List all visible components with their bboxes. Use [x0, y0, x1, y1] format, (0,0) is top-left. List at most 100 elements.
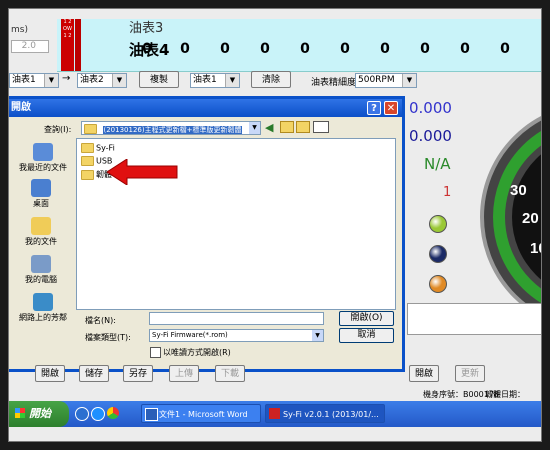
source-fuel-select[interactable]: 油表1 ▼: [9, 73, 59, 88]
place-my-documents-label: 我的文件: [25, 237, 57, 246]
chevron-down-icon: ▼: [44, 74, 58, 87]
recent-documents-icon: [33, 143, 53, 161]
word-icon: [145, 408, 158, 421]
my-documents-icon: [31, 217, 51, 235]
chevron-down-icon: ▼: [312, 330, 323, 341]
place-recent[interactable]: 我最近的文件: [11, 143, 75, 173]
source-fuel-value: 油表1: [12, 75, 36, 85]
precision-value: 500RPM: [358, 75, 395, 85]
target-fuel-value: 油表2: [80, 75, 104, 85]
network-icon: [33, 293, 53, 311]
fuel-label-3: 油表3: [129, 21, 164, 36]
open-button[interactable]: 開啟(O): [339, 311, 394, 326]
clear-fuel-select[interactable]: 油表1 ▼: [190, 73, 240, 88]
open-map-button[interactable]: 開啟: [35, 365, 65, 382]
close-button[interactable]: ✕: [384, 101, 398, 115]
fuel-cell[interactable]: 0: [175, 41, 195, 57]
fuel-cell[interactable]: 0: [455, 41, 475, 57]
filetype-label: 檔案類型(T):: [85, 333, 131, 342]
taskbar: 開始 文件1 - Microsoft Word Sy-Fi v2.0.1 (20…: [9, 401, 541, 427]
fuel-cell[interactable]: 0: [495, 41, 515, 57]
place-desktop[interactable]: 桌面: [9, 179, 73, 209]
folder-icon: [81, 169, 94, 180]
look-in-value: (20130126)主程式更新檔+標準版更新韌體: [102, 126, 243, 134]
save-as-button[interactable]: 另存: [123, 365, 153, 382]
fuel-cell[interactable]: 0: [295, 41, 315, 57]
status-led: [429, 215, 447, 233]
file-list: Sy-Fi USB 韌體: [76, 138, 396, 310]
look-in-label: 查詢(I):: [44, 125, 72, 134]
gauge-tick-20: 20: [522, 210, 539, 227]
clear-fuel-value: 油表1: [193, 75, 217, 85]
save-button[interactable]: 儲存: [79, 365, 109, 382]
precision-label: 油表精細度: [311, 78, 357, 88]
fuel-cell[interactable]: 0: [415, 41, 435, 57]
fuel-cell[interactable]: 0: [335, 41, 355, 57]
folder-icon: [81, 143, 94, 153]
count-reading: 1: [443, 185, 452, 200]
quicklaunch-ie-icon[interactable]: [75, 407, 89, 421]
chevron-down-icon: ▼: [225, 74, 239, 87]
filename-input[interactable]: [149, 312, 324, 325]
ms-value: 2.0: [21, 41, 36, 51]
arrow-label: →: [62, 73, 71, 84]
new-folder-icon[interactable]: [296, 121, 310, 133]
fuel-cell[interactable]: 0: [255, 41, 275, 57]
filename-label: 檔名(N):: [85, 316, 116, 325]
task-word[interactable]: 文件1 - Microsoft Word: [141, 404, 261, 423]
gauge-tick-30: 30: [510, 182, 527, 199]
precision-select[interactable]: 500RPM ▼: [355, 73, 417, 88]
column-marker-bar: 1 2 OW 1 2: [61, 19, 74, 71]
dialog-titlebar: 開啟 ? ✕: [9, 99, 402, 117]
place-network[interactable]: 網路上的芳鄰: [11, 293, 75, 323]
fuel-cell[interactable]: 0: [137, 41, 157, 57]
filetype-select[interactable]: Sy-Fi Firmware(*.rom) ▼: [149, 329, 324, 342]
quicklaunch-chrome-icon[interactable]: [107, 407, 119, 419]
status-led: [429, 275, 447, 293]
desktop-icon: [31, 179, 51, 197]
list-item[interactable]: Sy-Fi: [81, 143, 115, 153]
status-led: [429, 245, 447, 263]
chevron-down-icon: ▼: [402, 74, 416, 87]
folder-icon: [81, 156, 94, 166]
open-firmware-button[interactable]: 開啟: [409, 365, 439, 382]
start-button[interactable]: 開始: [9, 401, 69, 427]
task-syfi[interactable]: Sy-Fi v2.0.1 (2013/01/...: [265, 404, 385, 423]
file-name: Sy-Fi: [96, 143, 115, 153]
place-my-computer[interactable]: 我的電腦: [9, 255, 73, 285]
column-marker-text: 1 2 OW 1 2: [63, 19, 72, 39]
chevron-down-icon: ▼: [112, 74, 126, 87]
up-folder-icon[interactable]: [280, 121, 294, 133]
view-menu-icon[interactable]: [313, 121, 329, 133]
dialog-title: 開啟: [11, 102, 31, 113]
task-word-label: 文件1 - Microsoft Word: [159, 410, 248, 419]
look-in-combo[interactable]: (20130126)主程式更新檔+標準版更新韌體 ▼: [81, 121, 261, 135]
quicklaunch-browser-icon[interactable]: [91, 407, 105, 421]
download-button[interactable]: 下載: [215, 365, 245, 382]
info-box: [407, 303, 541, 335]
copy-button[interactable]: 複製: [139, 71, 179, 88]
ms-spinner[interactable]: 2.0: [11, 40, 49, 53]
fuel-cell[interactable]: 0: [215, 41, 235, 57]
update-button[interactable]: 更新: [455, 365, 485, 382]
readonly-checkbox[interactable]: [150, 347, 161, 358]
clear-button[interactable]: 清除: [251, 71, 291, 88]
place-recent-label: 我最近的文件: [19, 163, 67, 172]
open-file-dialog: 開啟 ? ✕ 查詢(I): (20130126)主程式更新檔+標準版更新韌體 ▼…: [9, 96, 405, 372]
cancel-button[interactable]: 取消: [339, 328, 394, 343]
chevron-down-icon[interactable]: ▼: [249, 122, 260, 134]
place-desktop-label: 桌面: [33, 199, 49, 208]
fuel-cell[interactable]: 0: [375, 41, 395, 57]
fuel-table: 1 2 OW 1 2 油表3 油表4 0000000000: [57, 19, 541, 72]
place-my-documents[interactable]: 我的文件: [9, 217, 73, 247]
target-fuel-select[interactable]: 油表2 ▼: [77, 73, 127, 88]
windows-logo-icon: [15, 408, 25, 418]
na-reading: N/A: [424, 155, 451, 173]
reading-1: 0.000: [409, 99, 452, 117]
back-icon[interactable]: ◀: [265, 121, 273, 134]
app-window: ms) 2.0 1 2 OW 1 2 油表3 油表4 0000000000 油表…: [8, 8, 542, 442]
help-button[interactable]: ?: [367, 101, 381, 115]
readonly-label: 以唯讀方式開啟(R): [163, 348, 231, 357]
upload-button[interactable]: 上傳: [169, 365, 199, 382]
tachometer-gauge: 30 20 10: [480, 116, 541, 318]
